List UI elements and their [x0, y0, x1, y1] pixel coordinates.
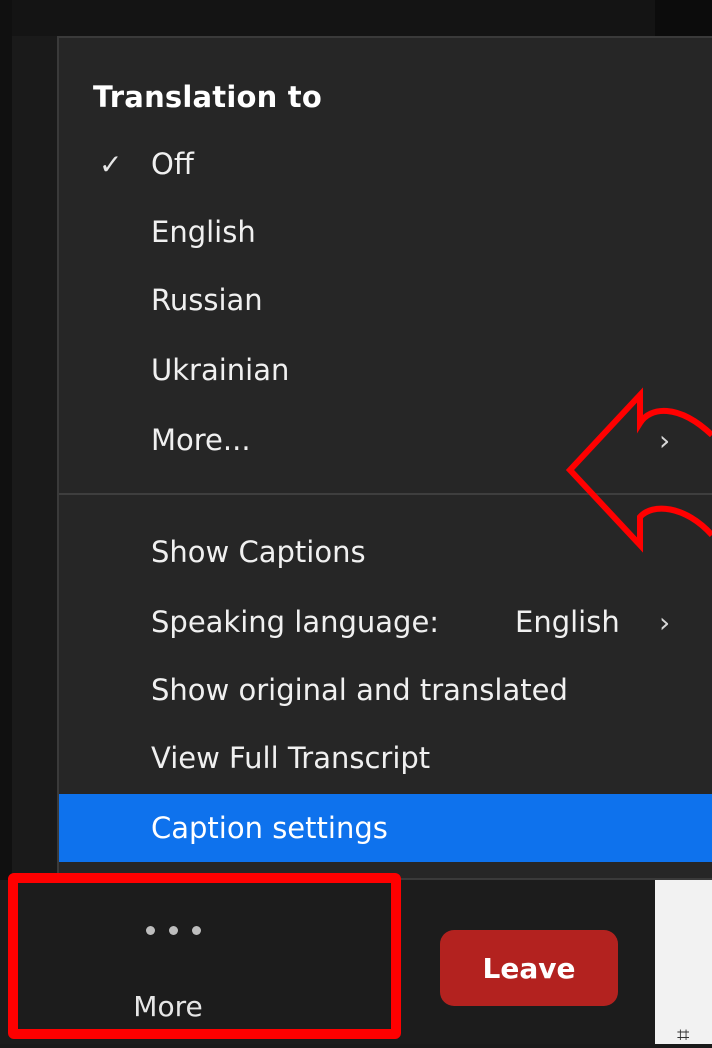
more-button[interactable]: More: [18, 890, 394, 1030]
menu-item-translation-russian[interactable]: Russian: [59, 266, 712, 334]
menu-item-label: Speaking language:: [151, 605, 440, 639]
menu-item-label: Russian: [151, 283, 263, 317]
menu-item-label: Off: [151, 147, 194, 181]
menu-item-view-full-transcript[interactable]: View Full Transcript: [59, 724, 712, 792]
menu-item-translation-english[interactable]: English: [59, 198, 712, 266]
menu-item-translation-off[interactable]: ✓ Off: [59, 130, 712, 198]
more-button-label: More: [133, 990, 203, 1023]
checkmark-icon: ✓: [99, 147, 123, 181]
chevron-right-icon: ›: [659, 605, 671, 639]
background-panel: [655, 0, 712, 36]
menu-item-label: Show original and translated: [151, 673, 568, 707]
window-top-strip: [0, 0, 712, 36]
more-icon: [146, 920, 206, 940]
menu-item-translation-more[interactable]: More... ›: [59, 406, 712, 474]
side-panel: ⌗: [655, 880, 712, 1048]
menu-item-label: More...: [151, 423, 251, 457]
menu-header-translation: Translation to: [93, 80, 322, 114]
menu-item-label: Caption settings: [151, 811, 388, 845]
leave-button[interactable]: Leave: [440, 930, 618, 1006]
menu-item-label: View Full Transcript: [151, 741, 431, 775]
menu-divider: [59, 493, 712, 495]
menu-item-label: Ukrainian: [151, 353, 290, 387]
menu-item-caption-settings[interactable]: Caption settings: [59, 794, 712, 862]
menu-item-label: Show Captions: [151, 535, 366, 569]
captions-menu: Translation to ✓ Off English Russian Ukr…: [57, 36, 712, 880]
menu-item-translation-ukrainian[interactable]: Ukrainian: [59, 336, 712, 404]
speaking-language-value: English: [515, 605, 620, 639]
menu-item-speaking-language[interactable]: Speaking language: English ›: [59, 588, 712, 656]
chevron-right-icon: ›: [659, 423, 671, 457]
grid-icon: ⌗: [677, 1023, 690, 1048]
menu-item-label: English: [151, 215, 256, 249]
menu-item-show-original-translated[interactable]: Show original and translated: [59, 656, 712, 724]
menu-item-show-captions[interactable]: Show Captions: [59, 518, 712, 586]
